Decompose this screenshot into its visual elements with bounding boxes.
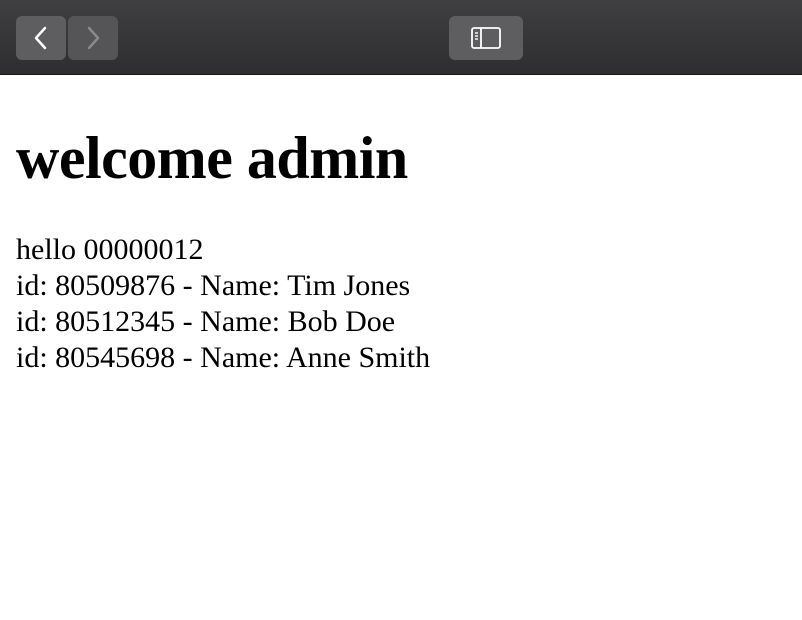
browser-toolbar	[0, 0, 802, 75]
user-row: id: 80512345 - Name: Bob Doe	[16, 305, 396, 338]
page-title: welcome admin	[16, 125, 408, 191]
chevron-left-icon	[34, 26, 47, 50]
user-list: hello 00000012 id: 80509876 - Name: Tim …	[16, 232, 786, 376]
user-row: id: 80545698 - Name: Anne Smith	[16, 341, 431, 374]
greeting-text: hello 00000012	[16, 233, 204, 266]
user-row: id: 80509876 - Name: Tim Jones	[16, 269, 411, 302]
forward-button[interactable]	[68, 16, 118, 60]
sidebar-toggle-button[interactable]	[449, 16, 523, 60]
chevron-right-icon	[87, 26, 100, 50]
back-button[interactable]	[16, 16, 66, 60]
sidebar-icon	[471, 27, 501, 49]
page-content: welcome admin hello 00000012 id: 8050987…	[16, 76, 786, 376]
